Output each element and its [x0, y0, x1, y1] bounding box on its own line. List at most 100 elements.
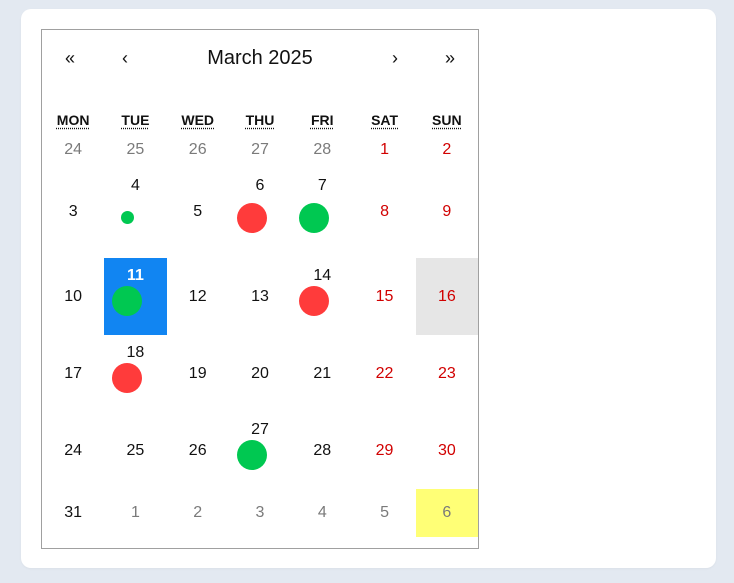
day-cell[interactable]: 17	[42, 335, 104, 412]
day-cell[interactable]: 10	[42, 258, 104, 335]
day-number: 6	[442, 504, 452, 521]
day-cell[interactable]: 19	[167, 335, 229, 412]
day-cell[interactable]: 4	[291, 489, 353, 537]
day-cell[interactable]: 14	[291, 258, 353, 335]
day-number: 21	[313, 364, 332, 382]
day-number: 20	[251, 364, 269, 382]
day-cell[interactable]: 22	[353, 335, 415, 412]
day-cell[interactable]: 5	[353, 489, 415, 537]
day-number: 7	[317, 177, 327, 195]
day-cell[interactable]: 1	[104, 489, 166, 537]
day-number: 5	[380, 504, 390, 521]
day-cell[interactable]: 29	[353, 412, 415, 489]
day-number: 25	[126, 141, 145, 158]
day-cell[interactable]: 23	[416, 335, 478, 412]
day-number: 3	[255, 504, 265, 521]
day-cell[interactable]: 1	[353, 134, 415, 166]
day-number: 2	[193, 504, 203, 521]
day-cell[interactable]: 24	[42, 134, 104, 166]
day-cell[interactable]: 25	[104, 412, 166, 489]
day-cell[interactable]: 9	[416, 166, 478, 258]
day-cell[interactable]: 6	[229, 166, 291, 258]
day-cell[interactable]: 2	[167, 489, 229, 537]
day-number: 26	[188, 441, 207, 459]
day-cell[interactable]: 28	[291, 134, 353, 166]
weekday-tue: TUE	[121, 112, 150, 128]
day-number: 15	[375, 287, 394, 305]
day-number: 9	[442, 203, 452, 220]
day-cell[interactable]: 11	[104, 258, 167, 335]
day-cell[interactable]: 16	[415, 258, 478, 335]
day-number: 27	[251, 141, 269, 158]
day-cell[interactable]: 12	[167, 258, 229, 335]
day-cell[interactable]: 28	[291, 412, 353, 489]
day-cell[interactable]: 25	[104, 134, 166, 166]
day-number: 1	[130, 504, 140, 521]
weekday-fri: FRI	[310, 112, 334, 128]
day-number: 13	[251, 287, 269, 305]
day-number: 1	[380, 141, 390, 158]
next-month-button[interactable]: ›	[375, 44, 415, 72]
day-number: 8	[380, 203, 390, 220]
day-number: 22	[375, 364, 394, 382]
weekday-sun: SUN	[432, 112, 462, 128]
day-cell[interactable]: 13	[229, 258, 291, 335]
day-number: 18	[126, 344, 145, 362]
day-cell[interactable]: 27	[229, 134, 291, 166]
day-number: 12	[188, 287, 207, 305]
day-number: 24	[64, 141, 83, 158]
day-number: 23	[437, 364, 456, 382]
day-cell[interactable]: 30	[416, 412, 478, 489]
day-number: 29	[375, 441, 394, 459]
day-cell[interactable]: 26	[167, 134, 229, 166]
event-dot-red	[112, 363, 143, 394]
prev-month-button[interactable]: ‹	[105, 44, 145, 72]
month-year-label[interactable]: March 2025	[162, 44, 358, 72]
event-dot-green	[299, 202, 330, 233]
calendar-widget: « ‹ March 2025 › » MON TUE WED THU FRI S…	[41, 29, 479, 549]
day-cell[interactable]: 5	[167, 166, 229, 258]
event-dot-red	[236, 202, 267, 233]
day-number: 27	[251, 421, 269, 439]
weekday-sat: SAT	[371, 112, 399, 128]
day-number: 31	[64, 504, 83, 521]
day-cell[interactable]: 20	[229, 335, 291, 412]
day-cell[interactable]: 15	[353, 258, 415, 335]
day-cell[interactable]: 27	[229, 412, 291, 489]
day-number: 16	[437, 287, 456, 305]
next-year-button[interactable]: »	[430, 44, 470, 72]
weekday-mon: MON	[56, 112, 90, 128]
day-number: 19	[188, 364, 207, 382]
day-number: 11	[126, 267, 144, 285]
day-number: 5	[193, 203, 203, 220]
day-number: 6	[255, 177, 265, 195]
weekday-thu: THU	[245, 112, 275, 128]
day-cell[interactable]: 4	[104, 166, 166, 258]
day-cell[interactable]: 2	[416, 134, 478, 166]
prev-year-button[interactable]: «	[50, 44, 90, 72]
calendar-navigation: « ‹ March 2025 › »	[42, 30, 478, 86]
day-number: 30	[437, 441, 456, 459]
weekday-wed: WED	[181, 112, 215, 128]
day-cell[interactable]: 3	[229, 489, 291, 537]
day-cell[interactable]: 6	[415, 489, 478, 537]
day-cell[interactable]: 8	[353, 166, 415, 258]
day-number: 25	[126, 441, 145, 459]
event-dot-red	[299, 286, 330, 317]
day-cell[interactable]: 18	[104, 335, 166, 412]
event-dot-green	[112, 286, 143, 317]
day-number: 10	[64, 287, 83, 305]
day-number: 2	[442, 141, 452, 158]
day-number: 26	[188, 141, 207, 158]
weekday-header: MON TUE WED THU FRI SAT SUN	[42, 112, 478, 134]
day-cell[interactable]: 26	[167, 412, 229, 489]
day-cell[interactable]: 7	[291, 166, 353, 258]
day-number: 4	[317, 504, 327, 521]
day-cell[interactable]: 3	[42, 166, 104, 258]
day-cell[interactable]: 24	[42, 412, 104, 489]
event-dot-green	[120, 211, 134, 225]
day-cell[interactable]: 21	[291, 335, 353, 412]
day-cell[interactable]: 31	[42, 489, 104, 537]
day-number: 3	[68, 203, 78, 220]
day-number: 4	[130, 177, 140, 195]
